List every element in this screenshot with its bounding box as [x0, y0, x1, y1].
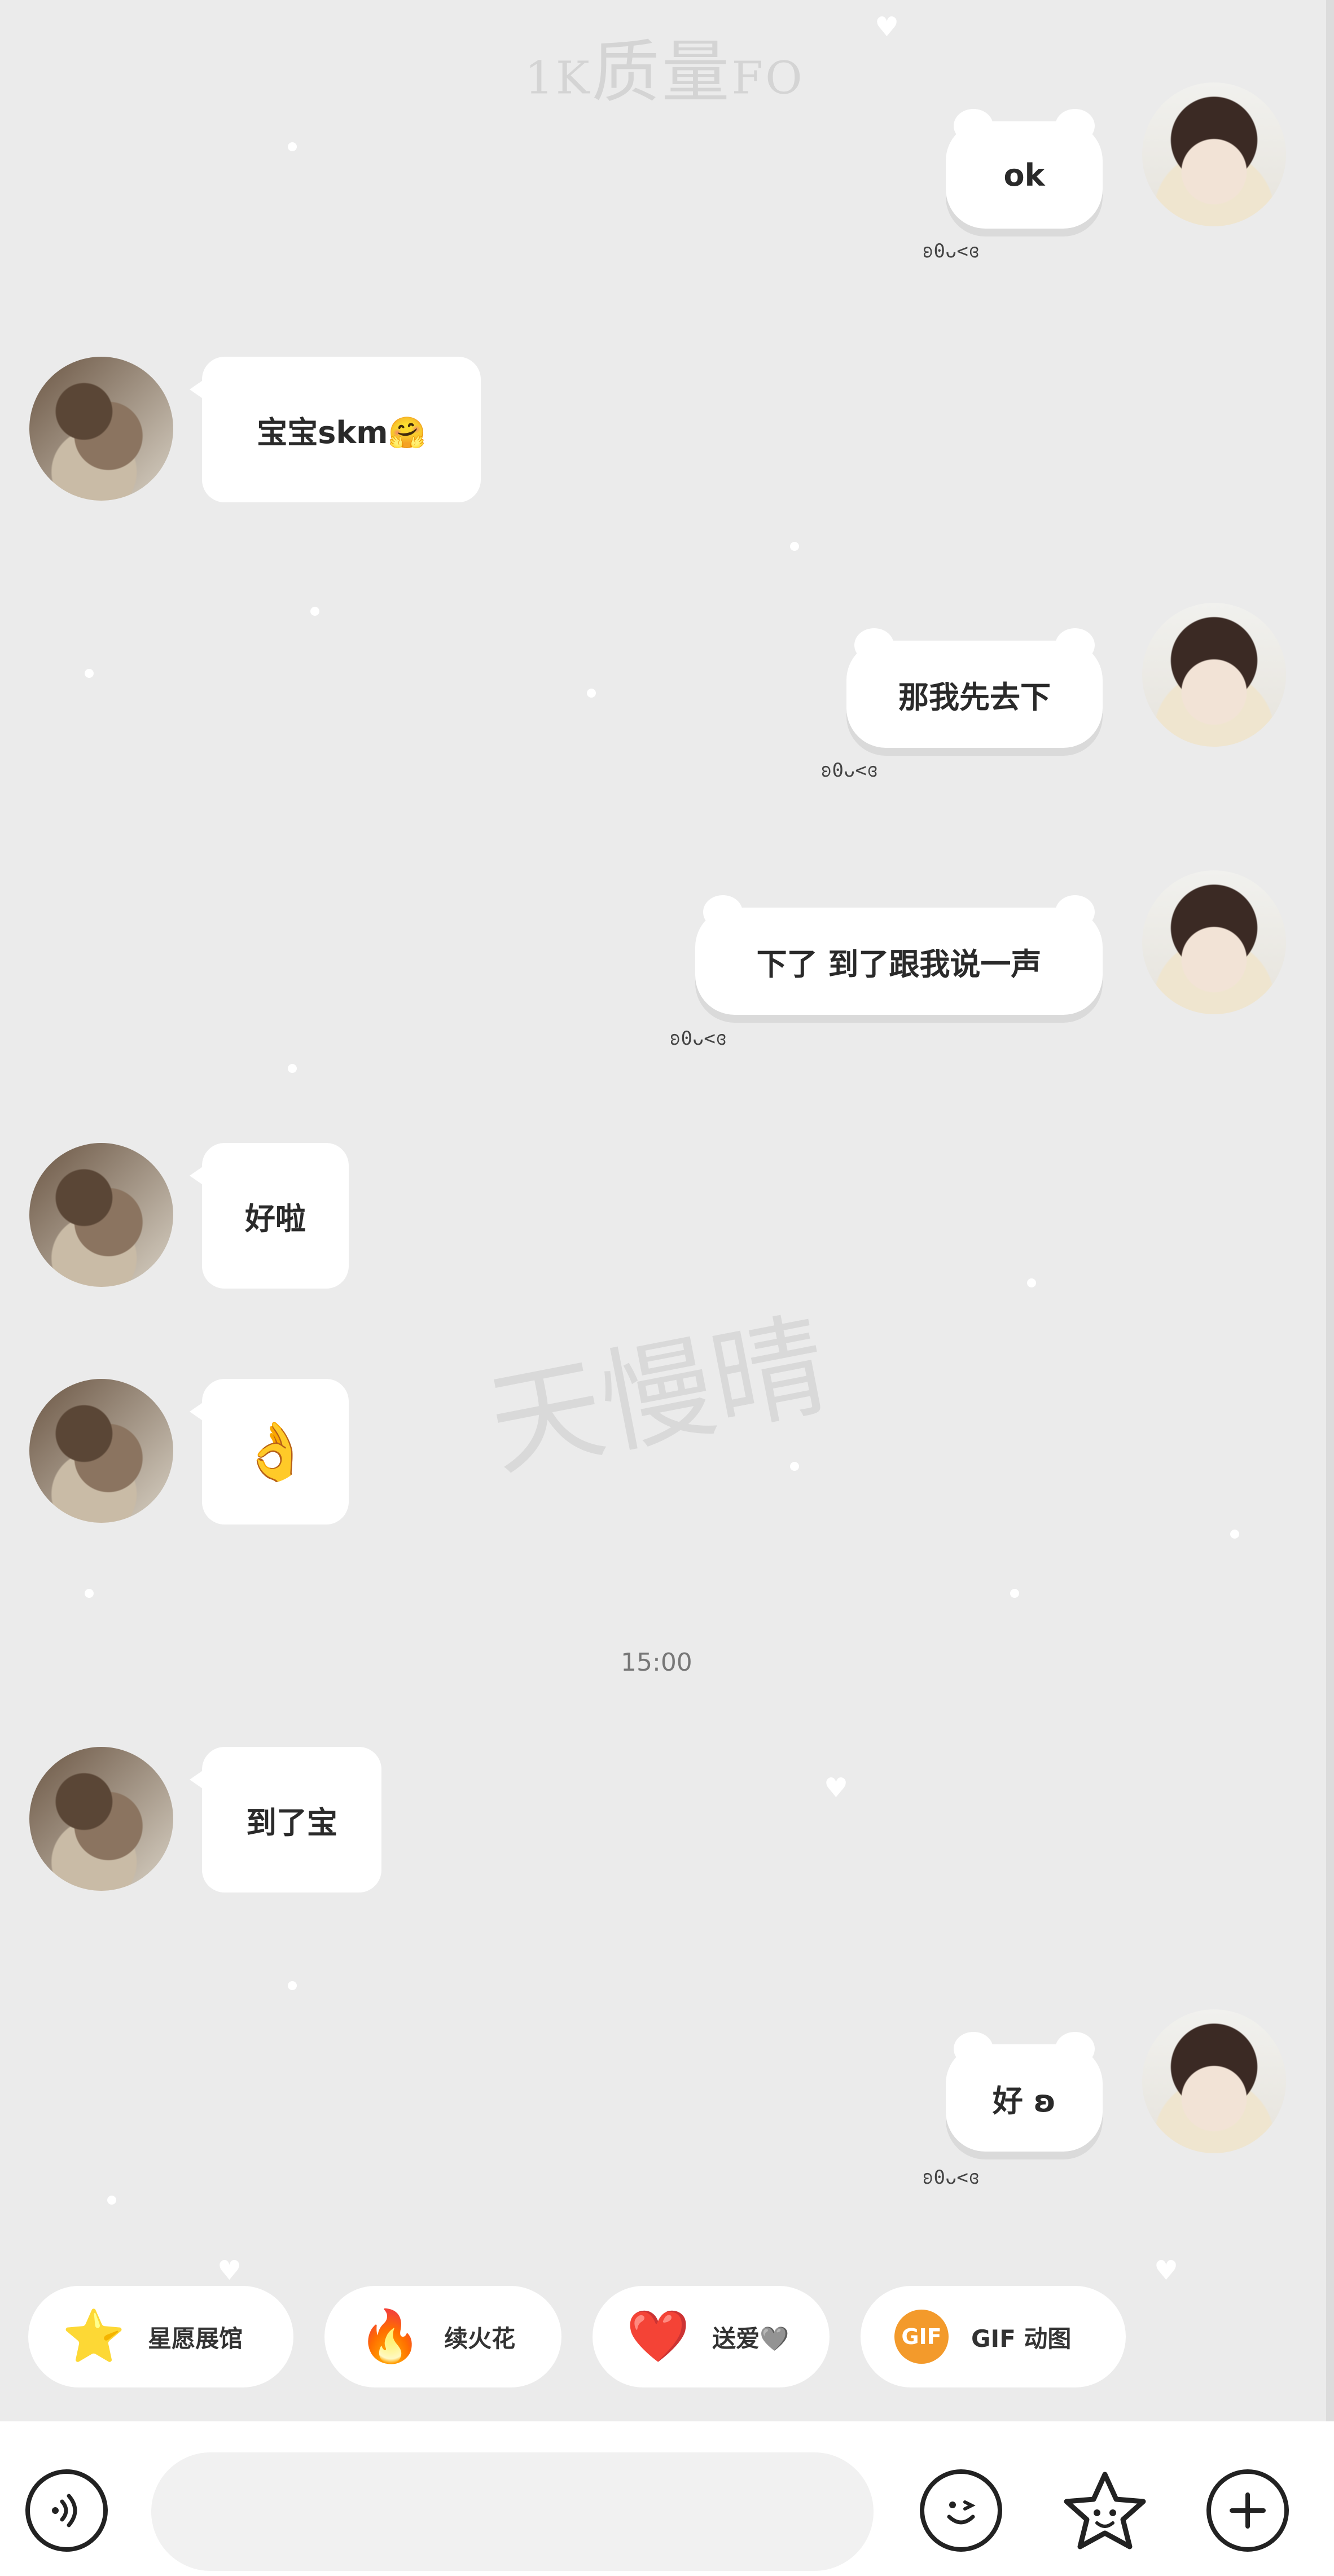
- emoji-button[interactable]: [920, 2469, 1002, 2552]
- avatar-self[interactable]: [1142, 2009, 1286, 2153]
- emoji-icon: [947, 2500, 976, 2525]
- decor-dot: [288, 142, 297, 151]
- decor-dot: [107, 2196, 116, 2205]
- quick-action-label: 送爱🩶: [712, 2324, 789, 2352]
- decor-dot: [85, 1589, 94, 1598]
- decor-dot: [85, 669, 94, 678]
- sticker-icon: [1064, 2472, 1146, 2549]
- avatar-self[interactable]: [1142, 870, 1286, 1014]
- sticker-button[interactable]: [1060, 2467, 1150, 2557]
- heart-icon: ❤️: [626, 2307, 690, 2366]
- message-kaomoji: ʚ0ᴗ<ɞ: [922, 240, 980, 262]
- decor-dot: [1230, 1530, 1239, 1539]
- decor-dot: [288, 1064, 297, 1073]
- message-bubble-sent[interactable]: 下了 到了跟我说一声: [695, 895, 1103, 1015]
- quick-action-gif[interactable]: GIF GIF 动图: [861, 2286, 1126, 2387]
- message-bubble-sent[interactable]: 那我先去下: [846, 628, 1103, 748]
- quick-action-label: GIF 动图: [971, 2324, 1072, 2352]
- message-kaomoji: ʚ0ᴗ<ɞ: [922, 2166, 980, 2189]
- message-text: ok: [1003, 157, 1045, 193]
- quick-action-star-gallery[interactable]: ⭐ 星愿展馆: [28, 2286, 293, 2387]
- decor-dot: [1027, 1278, 1036, 1287]
- scrollbar-edge: [1326, 0, 1334, 2421]
- message-timestamp: 15:00: [621, 1648, 692, 1677]
- watermark-top-left: 1K: [525, 51, 592, 104]
- plus-button[interactable]: [1206, 2469, 1289, 2552]
- message-text: 下了 到了跟我说一声: [756, 946, 1042, 982]
- watermark-top-right: FO: [731, 51, 805, 104]
- message-text: 那我先去下: [898, 679, 1051, 715]
- heart-icon: ♥: [875, 11, 899, 43]
- fire-icon: 🔥: [358, 2307, 422, 2366]
- heart-icon: ♥: [217, 2255, 242, 2286]
- message-bubble-received[interactable]: 好啦: [190, 1143, 349, 1289]
- gif-icon: GIF: [894, 2310, 949, 2364]
- avatar-contact[interactable]: [29, 1379, 173, 1523]
- message-bubble-received[interactable]: 👌: [190, 1379, 349, 1524]
- quick-action-label: 续火花: [444, 2324, 516, 2352]
- watermark-top-main: 质量: [591, 33, 732, 112]
- message-input[interactable]: [151, 2452, 874, 2571]
- quick-action-label: 星愿展馆: [148, 2324, 243, 2352]
- avatar-self[interactable]: [1142, 82, 1286, 226]
- avatar-contact[interactable]: [29, 357, 173, 501]
- ok-hand-emoji: 👌: [240, 1418, 311, 1484]
- message-bubble-sent[interactable]: 好 ʚ: [946, 2032, 1103, 2152]
- decor-dot: [790, 1462, 799, 1471]
- voice-icon: [52, 2494, 77, 2527]
- message-bubble-sent[interactable]: ok: [946, 109, 1103, 229]
- voice-button[interactable]: [25, 2469, 108, 2552]
- message-kaomoji: ʚ0ᴗ<ɞ: [669, 1027, 727, 1050]
- plus-icon: [1230, 2492, 1266, 2529]
- watermark-center: 天慢晴: [479, 1299, 837, 1493]
- decor-dot: [288, 1981, 297, 1990]
- watermark-top: 1K质量FO: [525, 17, 875, 115]
- star-icon: ⭐: [62, 2307, 126, 2366]
- message-kaomoji: ʚ0ᴗ<ɞ: [820, 759, 879, 782]
- decor-dot: [1010, 1589, 1019, 1598]
- message-text: 好 ʚ: [992, 2083, 1056, 2119]
- avatar-self[interactable]: [1142, 603, 1286, 747]
- avatar-contact[interactable]: [29, 1747, 173, 1891]
- quick-action-spark[interactable]: 🔥 续火花: [324, 2286, 561, 2387]
- decor-dot: [790, 542, 799, 551]
- decor-dot: [587, 689, 596, 698]
- message-text: 到了宝: [246, 1804, 337, 1841]
- quick-action-send-love[interactable]: ❤️ 送爱🩶: [593, 2286, 830, 2387]
- heart-icon: ♥: [824, 1772, 849, 1804]
- message-bubble-received[interactable]: 宝宝skm🤗: [190, 357, 481, 502]
- message-text: 好啦: [245, 1201, 306, 1237]
- heart-icon: ♥: [1154, 2255, 1179, 2286]
- message-text: 宝宝skm🤗: [257, 414, 426, 450]
- avatar-contact[interactable]: [29, 1143, 173, 1287]
- decor-dot: [310, 607, 319, 616]
- message-bubble-received[interactable]: 到了宝: [190, 1747, 381, 1892]
